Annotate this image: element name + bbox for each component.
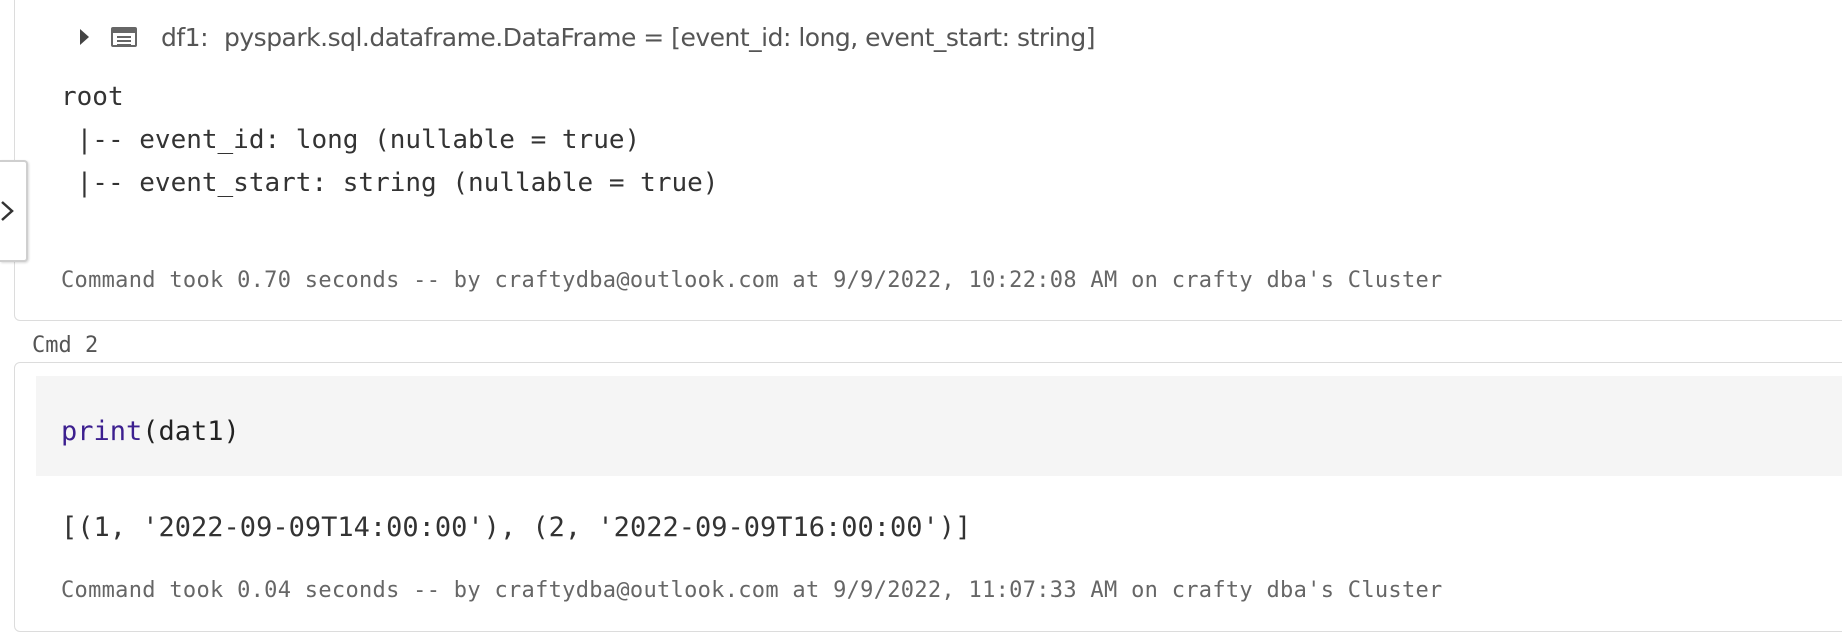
- schema-line: |-- event_start: string (nullable = true…: [61, 168, 719, 198]
- dataframe-summary-row[interactable]: df1: pyspark.sql.dataframe.DataFrame = […: [80, 20, 1096, 54]
- side-panel-toggle[interactable]: [0, 160, 28, 262]
- dataframe-type: pyspark.sql.dataframe.DataFrame = [event…: [224, 22, 1096, 52]
- table-icon: [111, 27, 137, 47]
- cmd-label: Cmd 2: [32, 333, 99, 358]
- chevron-right-icon: [1, 201, 14, 221]
- cell-output: [(1, '2022-09-09T14:00:00'), (2, '2022-0…: [61, 512, 972, 543]
- schema-output: root |-- event_id: long (nullable = true…: [61, 76, 718, 205]
- schema-line: root: [61, 82, 124, 112]
- code-args: (dat1): [142, 416, 240, 447]
- expand-triangle-icon[interactable]: [80, 29, 89, 45]
- code-editor[interactable]: [36, 376, 1842, 476]
- schema-line: |-- event_id: long (nullable = true): [61, 125, 641, 155]
- code-line[interactable]: print(dat1): [61, 416, 240, 447]
- command-took-2: Command took 0.04 seconds -- by craftydb…: [61, 578, 1443, 603]
- command-took-1: Command took 0.70 seconds -- by craftydb…: [61, 268, 1443, 293]
- dataframe-name: df1:: [161, 22, 209, 52]
- code-function: print: [61, 416, 143, 447]
